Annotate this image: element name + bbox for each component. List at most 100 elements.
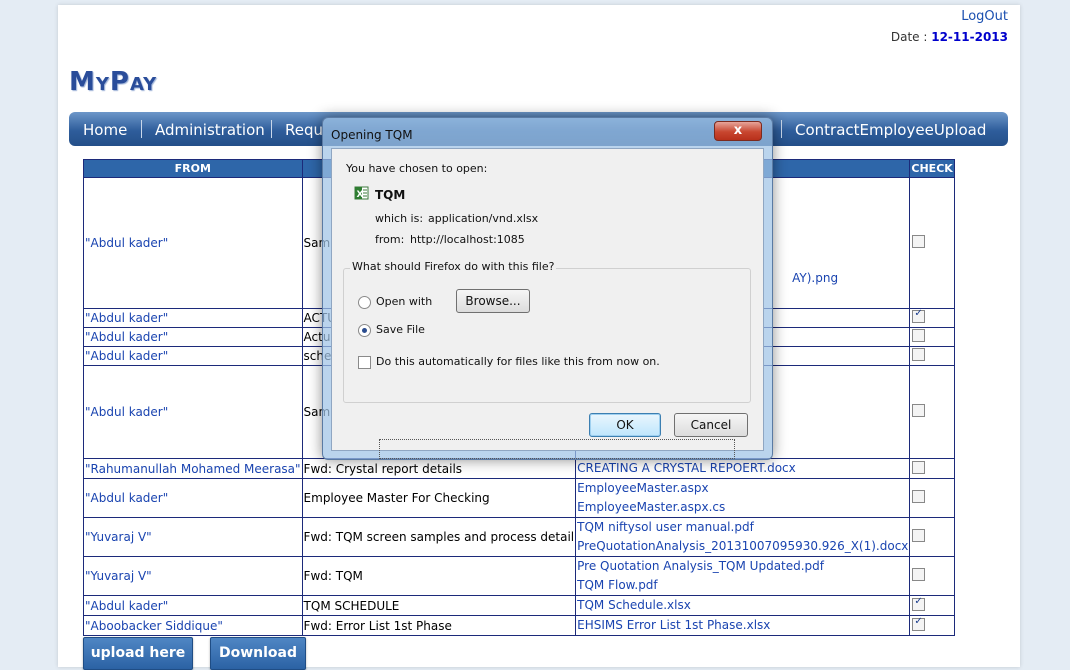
row-check-cell	[909, 327, 955, 347]
nav-separator	[141, 120, 142, 138]
nav-requests[interactable]: Requ	[285, 121, 323, 139]
row-from[interactable]: "Abdul kader"	[83, 478, 303, 518]
nav-home[interactable]: Home	[83, 121, 127, 139]
row-checkbox[interactable]	[912, 329, 926, 342]
dialog-intro: You have chosen to open:	[346, 162, 488, 175]
row-subject: Fwd: TQM	[301, 556, 577, 596]
row-attachments: Pre Quotation Analysis_TQM Updated.pdf TQ…	[575, 556, 911, 596]
action-question: What should Firefox do with this file?	[350, 260, 557, 273]
nav-separator	[271, 120, 272, 138]
row-check-cell	[909, 478, 955, 518]
attachment-link[interactable]: EHSIMS Error List 1st Phase.xlsx	[577, 617, 908, 635]
row-attachments: TQM niftysol user manual.pdf PreQuotation…	[575, 517, 911, 557]
which-is-label: which is:	[375, 212, 424, 225]
cancel-button[interactable]: Cancel	[674, 413, 748, 437]
row-checkbox[interactable]	[912, 348, 926, 361]
row-check-cell	[909, 458, 955, 479]
row-from[interactable]: "Abdul kader"	[83, 346, 303, 366]
row-subject: Fwd: Crystal report details	[301, 458, 577, 479]
row-from[interactable]: "Abdul kader"	[83, 365, 303, 459]
row-from[interactable]: "Abdul kader"	[83, 595, 303, 616]
attachment-link[interactable]: TQM Schedule.xlsx	[577, 597, 908, 615]
row-subject: Employee Master For Checking	[301, 478, 577, 518]
dialog-body: You have chosen to open: X TQM which is:…	[331, 148, 764, 459]
row-check-cell	[909, 556, 955, 596]
upload-button[interactable]: upload here	[83, 637, 193, 670]
attachment-link[interactable]: Pre Quotation Analysis_TQM Updated.pdf	[577, 558, 908, 577]
row-attachments: TQM Schedule.xlsx	[575, 595, 911, 616]
mypay-logo: MyPay	[69, 67, 158, 97]
row-from[interactable]: "Yuvaraj V"	[83, 556, 303, 596]
from-label: from:	[375, 233, 405, 246]
row-subject: Fwd: Error List 1st Phase	[301, 615, 577, 636]
attachment-link[interactable]: EmployeeMaster.aspx	[577, 480, 908, 499]
table-row: "Aboobacker Siddique" Fwd: Error List 1s…	[83, 615, 955, 636]
download-button[interactable]: Download	[210, 637, 306, 670]
action-group: What should Firefox do with this file? O…	[343, 260, 751, 459]
row-checkbox[interactable]	[912, 235, 926, 248]
auto-checkbox[interactable]	[358, 356, 371, 369]
from-value: http://localhost:1085	[410, 233, 525, 246]
row-attachments: EmployeeMaster.aspx EmployeeMaster.aspx.c…	[575, 478, 911, 518]
attachment-link[interactable]: PreQuotationAnalysis_20131007095930.926_…	[577, 537, 908, 556]
row-checkbox[interactable]	[912, 568, 926, 581]
row-checkbox[interactable]	[912, 597, 926, 611]
svg-text:X: X	[357, 190, 364, 200]
row-checkbox[interactable]	[912, 460, 926, 474]
row-check-cell	[909, 177, 955, 309]
col-header-from: FROM	[83, 159, 303, 178]
row-check-cell	[909, 308, 955, 328]
open-with-radio[interactable]	[358, 296, 371, 309]
nav-contract-employee-upload[interactable]: ContractEmployeeUpload	[795, 121, 986, 139]
save-file-radio[interactable]	[358, 324, 371, 337]
save-file-focus-box	[379, 439, 735, 459]
ok-button[interactable]: OK	[589, 413, 661, 437]
row-subject: TQM SCHEDULE	[301, 595, 577, 616]
row-from[interactable]: "Abdul kader"	[83, 177, 303, 309]
row-checkbox[interactable]	[912, 490, 926, 503]
attachment-link[interactable]: CREATING A CRYSTAL REPOERT.docx	[577, 460, 908, 478]
close-icon[interactable]: x	[714, 121, 762, 141]
nav-administration[interactable]: Administration	[155, 121, 265, 139]
attachment-link[interactable]: TQM niftysol user manual.pdf	[577, 519, 908, 538]
browse-button[interactable]: Browse...	[456, 289, 530, 313]
row-check-cell	[909, 615, 955, 636]
row-from[interactable]: "Yuvaraj V"	[83, 517, 303, 557]
row-attachments: CREATING A CRYSTAL REPOERT.docx	[575, 458, 911, 479]
row-check-cell	[909, 595, 955, 616]
excel-file-icon: X	[354, 185, 370, 201]
date-value: 12-11-2013	[931, 30, 1008, 44]
table-row: "Rahumanullah Mohamed Meerasa" Fwd: Crys…	[83, 458, 955, 479]
nav-separator	[781, 120, 782, 138]
row-checkbox[interactable]	[912, 529, 926, 542]
col-header-check: CHECK	[909, 159, 955, 178]
table-row: "Yuvaraj V" Fwd: TQM screen samples and …	[83, 517, 955, 557]
row-check-cell	[909, 346, 955, 366]
dialog-title: Opening TQM	[331, 128, 413, 142]
row-attachments: EHSIMS Error List 1st Phase.xlsx	[575, 615, 911, 636]
table-row: "Abdul kader" Employee Master For Checki…	[83, 478, 955, 518]
opening-file-dialog: Opening TQM x You have chosen to open: X…	[322, 117, 773, 460]
save-file-label[interactable]: Save File	[376, 323, 425, 336]
row-subject: Fwd: TQM screen samples and process deta…	[301, 517, 577, 557]
row-checkbox[interactable]	[912, 310, 926, 323]
auto-label[interactable]: Do this automatically for files like thi…	[376, 355, 660, 368]
date-display: Date : 12-11-2013	[891, 30, 1008, 44]
table-row: "Yuvaraj V" Fwd: TQM Pre Quotation Analy…	[83, 556, 955, 596]
row-from[interactable]: "Abdul kader"	[83, 308, 303, 328]
which-is-value: application/vnd.xlsx	[428, 212, 539, 225]
row-from[interactable]: "Aboobacker Siddique"	[83, 615, 303, 636]
attachment-link[interactable]: EmployeeMaster.aspx.cs	[577, 498, 908, 517]
row-from[interactable]: "Abdul kader"	[83, 327, 303, 347]
logout-link[interactable]: LogOut	[961, 9, 1008, 24]
row-check-cell	[909, 517, 955, 557]
dialog-file-name: TQM	[375, 188, 406, 202]
row-from[interactable]: "Rahumanullah Mohamed Meerasa"	[83, 458, 303, 479]
row-checkbox[interactable]	[912, 404, 926, 417]
attachment-link[interactable]: TQM Flow.pdf	[577, 576, 908, 595]
table-row: "Abdul kader" TQM SCHEDULE TQM Schedule.…	[83, 595, 955, 616]
date-label: Date :	[890, 30, 928, 44]
row-check-cell	[909, 365, 955, 459]
open-with-label[interactable]: Open with	[376, 295, 432, 308]
row-checkbox[interactable]	[912, 617, 926, 631]
